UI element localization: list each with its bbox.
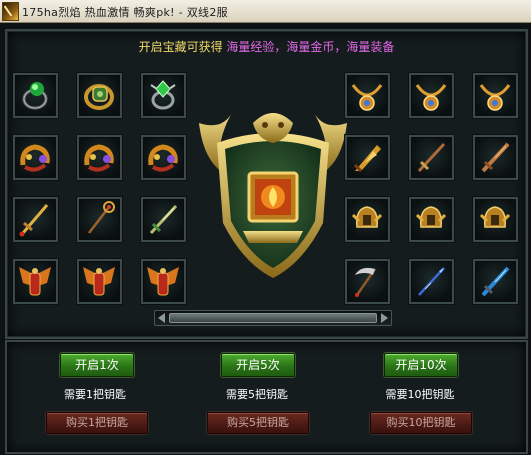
reward-slot-right-5[interactable]	[409, 135, 454, 180]
winged-armor-icon	[83, 267, 115, 296]
jade-gold-ring-icon	[84, 84, 114, 110]
reward-slot-right-4[interactable]	[345, 135, 390, 180]
golden-staff-icon	[88, 201, 115, 234]
notice-highlight: 海量经验，海量金币，海量装备	[226, 40, 395, 54]
buy-5-keys-button[interactable]: 购买5把钥匙	[207, 412, 309, 434]
treasure-panel: 开启宝藏可获得 海量经验，海量金币，海量装备	[5, 29, 528, 339]
reward-slot-left-3[interactable]	[141, 73, 186, 118]
reward-slot-left-6[interactable]	[141, 135, 186, 180]
dragon-bracelet-icon	[148, 144, 178, 172]
treasure-chest-emblem	[199, 111, 347, 278]
flame-blade-icon	[353, 145, 381, 173]
scroll-right-arrow-icon[interactable]	[381, 313, 388, 323]
dragon-necklace-icon	[351, 84, 383, 111]
window-title-bar: 175ha烈焰 热血激情 畅爽pk! - 双线2服	[0, 0, 531, 23]
golden-helmet-icon	[415, 206, 447, 228]
reward-slot-right-10[interactable]	[345, 259, 390, 304]
winged-armor-icon	[147, 267, 179, 296]
open-10-button[interactable]: 开启10次	[384, 353, 458, 377]
open-1-button[interactable]: 开启1次	[60, 353, 134, 377]
jade-sword-icon	[149, 204, 178, 235]
open-controls-panel: 开启1次 需要1把钥匙 购买1把钥匙 开启5次 需要5把钥匙 购买5把钥匙 开启…	[5, 340, 528, 454]
reward-slot-left-5[interactable]	[77, 135, 122, 180]
dragon-bracelet-icon	[20, 144, 50, 172]
reward-slot-left-1[interactable]	[13, 73, 58, 118]
treasure-notice: 开启宝藏可获得 海量经验，海量金币，海量装备	[7, 38, 526, 55]
reward-slot-left-12[interactable]	[141, 259, 186, 304]
golden-helmet-icon	[479, 206, 511, 228]
golden-sword-icon	[19, 204, 49, 237]
reward-slot-right-8[interactable]	[409, 197, 454, 242]
reward-slot-right-12[interactable]	[473, 259, 518, 304]
reward-slot-left-11[interactable]	[77, 259, 122, 304]
reward-slot-left-8[interactable]	[77, 197, 122, 242]
winged-armor-icon	[19, 267, 51, 296]
keys-needed-1: 需要1把钥匙	[64, 388, 126, 401]
green-gem-ring-icon	[150, 80, 176, 110]
reward-slot-left-7[interactable]	[13, 197, 58, 242]
reward-slot-right-9[interactable]	[473, 197, 518, 242]
reward-slot-right-11[interactable]	[409, 259, 454, 304]
reward-slot-right-6[interactable]	[473, 135, 518, 180]
reward-slot-left-2[interactable]	[77, 73, 122, 118]
reward-slot-right-1[interactable]	[345, 73, 390, 118]
window-title: 175ha烈焰 热血激情 畅爽pk! - 双线2服	[22, 6, 228, 19]
keys-needed-10: 需要10把钥匙	[385, 388, 455, 401]
horizontal-scrollbar[interactable]	[154, 310, 392, 326]
bronze-blade-icon	[481, 142, 510, 173]
reward-slot-left-4[interactable]	[13, 135, 58, 180]
golden-helmet-icon	[351, 206, 383, 228]
scrollbar-thumb[interactable]	[169, 313, 377, 323]
keys-needed-5: 需要5把钥匙	[226, 388, 288, 401]
dragon-bracelet-icon	[84, 144, 114, 172]
dragon-necklace-icon	[415, 84, 447, 111]
scroll-left-arrow-icon[interactable]	[158, 313, 165, 323]
app-sword-icon	[2, 2, 19, 21]
buy-10-keys-button[interactable]: 购买10把钥匙	[370, 412, 472, 434]
reward-slot-right-2[interactable]	[409, 73, 454, 118]
reward-slot-left-9[interactable]	[141, 197, 186, 242]
blue-blade-icon	[481, 266, 510, 297]
scythe-icon	[355, 267, 377, 297]
blue-spear-icon	[418, 267, 445, 296]
buy-1-key-button[interactable]: 购买1把钥匙	[46, 412, 148, 434]
bronze-sword-icon	[417, 142, 446, 173]
reward-slot-left-10[interactable]	[13, 259, 58, 304]
open-5-button[interactable]: 开启5次	[221, 353, 295, 377]
dragon-necklace-icon	[479, 84, 511, 111]
emerald-ring-icon	[22, 82, 48, 110]
reward-slot-right-7[interactable]	[345, 197, 390, 242]
reward-slot-right-3[interactable]	[473, 73, 518, 118]
notice-prefix: 开启宝藏可获得	[138, 40, 223, 54]
